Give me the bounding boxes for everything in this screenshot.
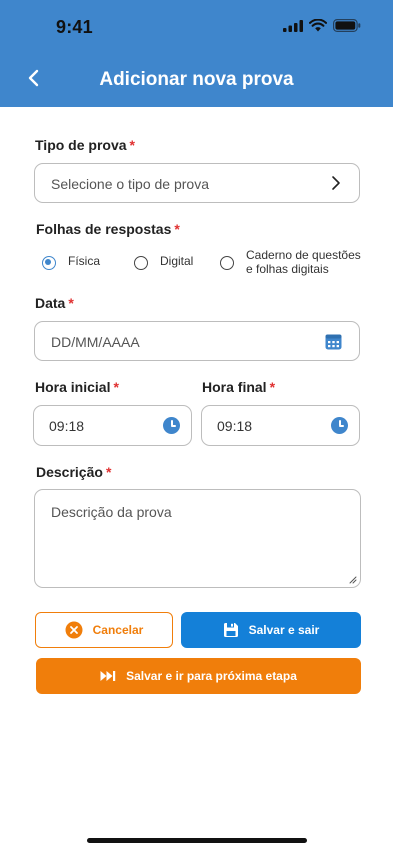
wifi-icon — [309, 19, 327, 32]
status-time: 9:41 — [56, 17, 93, 37]
radio-digital-label: Digital — [160, 254, 194, 268]
radio-fisica-label: Física — [68, 254, 101, 268]
radio-unchecked-icon — [220, 256, 234, 270]
tipo-prova-placeholder: Selecione o tipo de prova — [51, 176, 209, 192]
required-mark: * — [269, 379, 276, 395]
descricao-textarea[interactable]: Descrição da prova — [34, 489, 361, 588]
folhas-respostas-radio-group: Física Digital Caderno de questões e fol… — [35, 246, 365, 280]
required-mark: * — [68, 295, 74, 311]
status-icons — [283, 19, 361, 32]
tipo-prova-label: Tipo de prova * — [35, 137, 135, 153]
descricao-placeholder: Descrição da prova — [51, 504, 172, 520]
radio-fisica[interactable]: Física — [42, 254, 100, 270]
close-circle-icon — [65, 621, 83, 639]
title-bar: Adicionar nova prova — [0, 56, 393, 102]
app-header: 9:41 Adicionar nova prova — [0, 0, 393, 107]
hora-inicial-field[interactable]: 09:18 — [33, 405, 192, 446]
home-indicator[interactable] — [87, 838, 307, 843]
descricao-label: Descrição * — [36, 464, 111, 480]
calendar-icon[interactable] — [325, 333, 342, 350]
chevron-right-icon — [332, 176, 340, 190]
floppy-disk-icon — [223, 622, 239, 638]
save-and-exit-button[interactable]: Salvar e sair — [181, 612, 361, 648]
hora-inicial-value: 09:18 — [49, 418, 85, 434]
data-label-text: Data — [35, 295, 66, 311]
hora-final-label-text: Hora final — [202, 379, 267, 395]
status-bar: 9:41 — [0, 0, 393, 54]
cellular-signal-icon — [283, 19, 303, 32]
save-and-exit-button-label: Salvar e sair — [248, 623, 320, 637]
radio-caderno[interactable]: Caderno de questões e folhas digitais — [220, 248, 366, 276]
resize-handle-icon[interactable] — [348, 575, 357, 584]
folhas-respostas-label: Folhas de respostas * — [36, 221, 180, 237]
cancel-button-label: Cancelar — [92, 623, 144, 637]
hora-final-value: 09:18 — [217, 418, 253, 434]
tipo-prova-label-text: Tipo de prova — [35, 137, 127, 153]
radio-digital[interactable]: Digital — [134, 254, 193, 270]
hora-inicial-label: Hora inicial * — [35, 379, 119, 395]
required-mark: * — [129, 137, 135, 153]
radio-checked-icon — [42, 256, 56, 270]
cancel-button[interactable]: Cancelar — [35, 612, 173, 648]
data-label: Data * — [35, 295, 74, 311]
hora-final-label: Hora final * — [202, 379, 275, 395]
save-and-next-step-button-label: Salvar e ir para próxima etapa — [126, 669, 297, 683]
clock-icon[interactable] — [331, 417, 348, 434]
hora-inicial-label-text: Hora inicial — [35, 379, 111, 395]
radio-caderno-label: Caderno de questões e folhas digitais — [246, 248, 361, 276]
descricao-label-text: Descrição — [36, 464, 103, 480]
battery-icon — [333, 19, 361, 32]
folhas-respostas-label-text: Folhas de respostas — [36, 221, 172, 237]
clock-icon[interactable] — [163, 417, 180, 434]
required-mark: * — [105, 464, 112, 480]
data-placeholder: DD/MM/AAAA — [51, 334, 140, 350]
skip-forward-icon — [100, 670, 116, 682]
tipo-prova-select[interactable]: Selecione o tipo de prova — [34, 163, 360, 203]
hora-final-field[interactable]: 09:18 — [201, 405, 360, 446]
required-mark: * — [113, 379, 119, 395]
data-field[interactable]: DD/MM/AAAA — [34, 321, 360, 361]
save-and-next-step-button[interactable]: Salvar e ir para próxima etapa — [36, 658, 361, 694]
radio-unchecked-icon — [134, 256, 148, 270]
page-title: Adicionar nova prova — [99, 69, 294, 90]
required-mark: * — [174, 221, 180, 237]
